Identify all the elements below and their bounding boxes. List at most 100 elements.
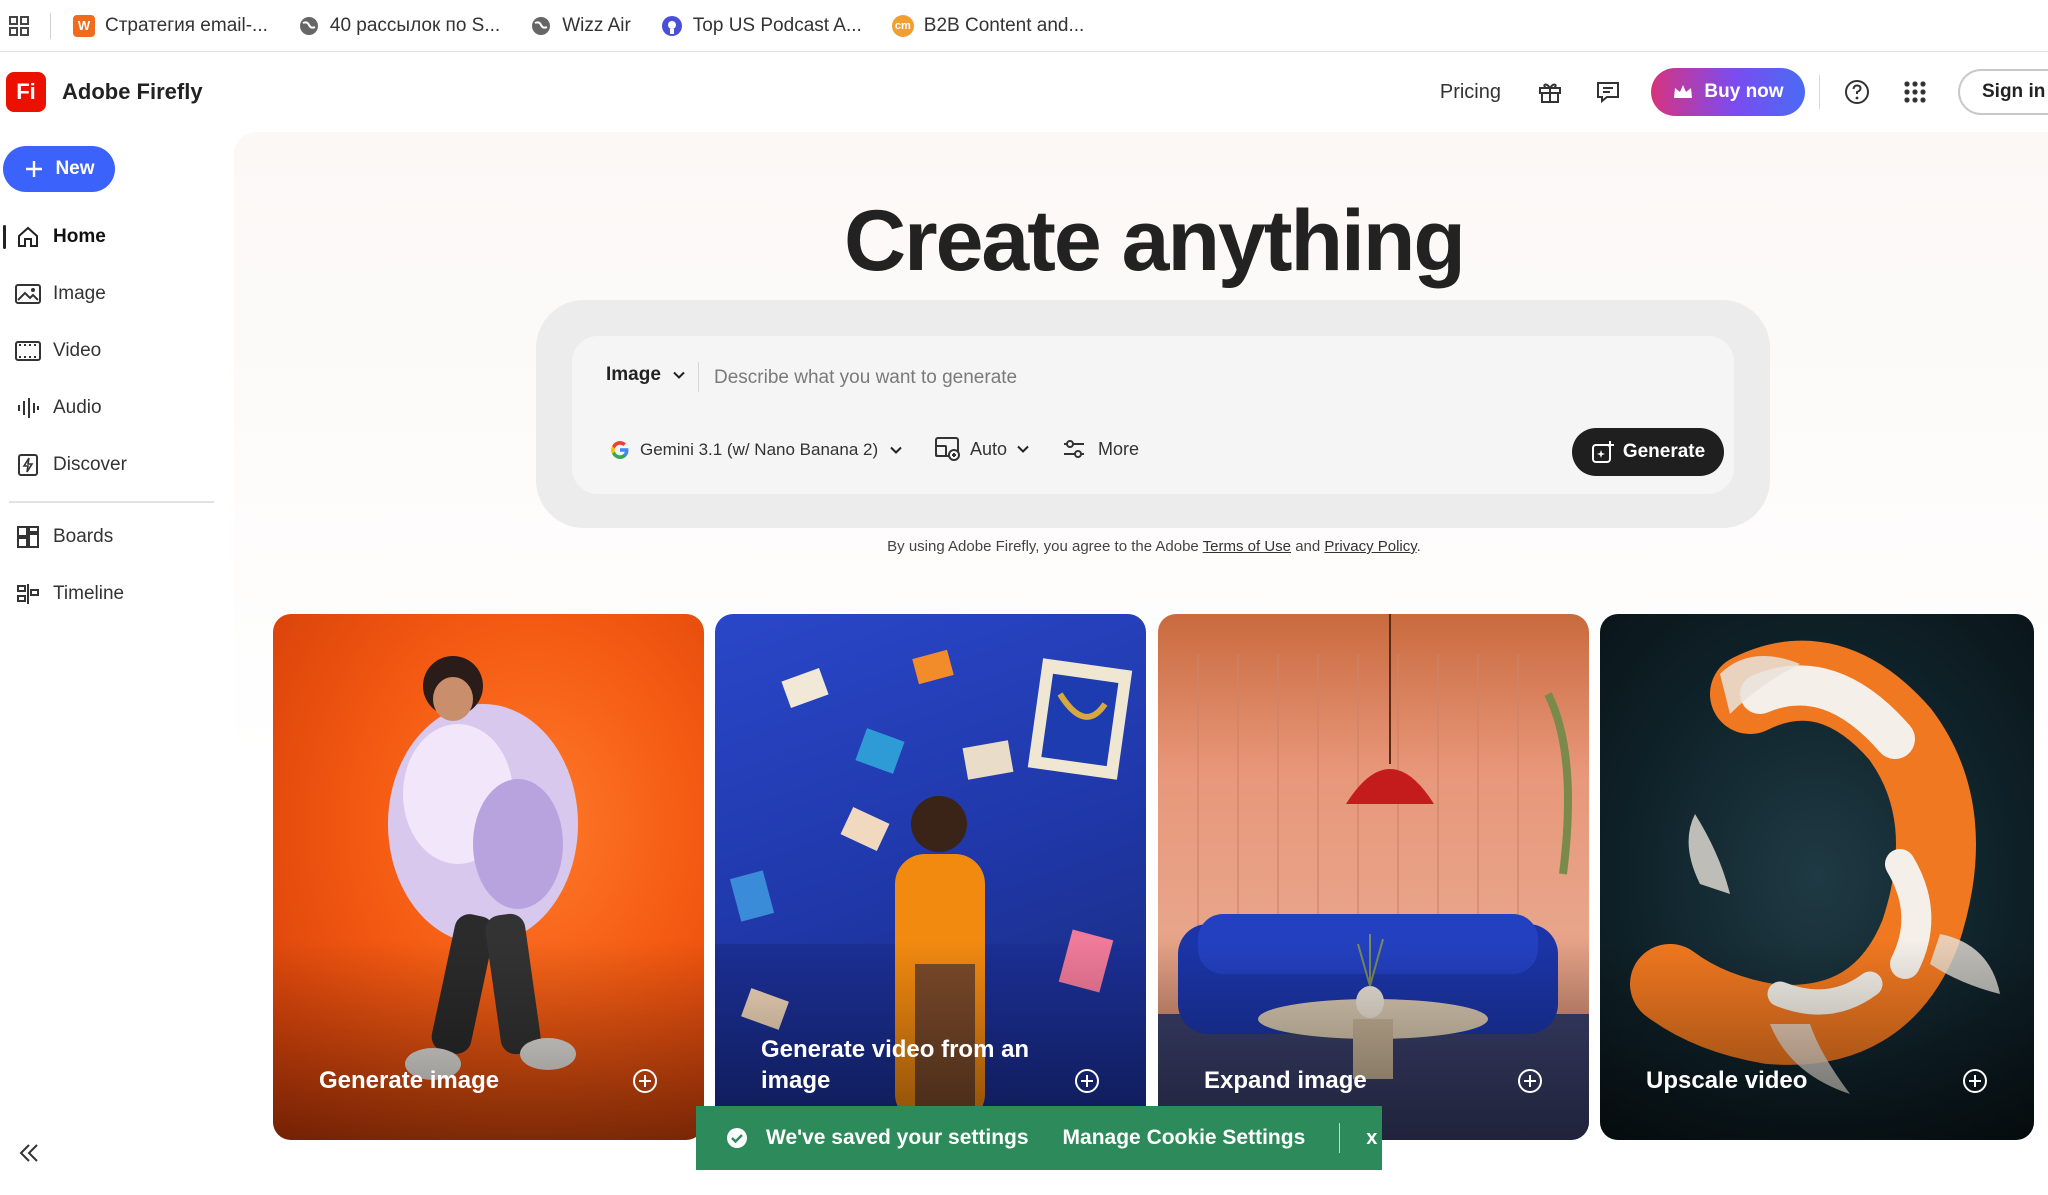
buy-now-button[interactable]: Buy now — [1651, 68, 1805, 116]
bookmark-label: 40 рассылок по S... — [329, 14, 501, 36]
video-icon — [15, 338, 41, 364]
new-label: New — [55, 158, 95, 179]
card-generate-video[interactable]: Generate video from an image — [715, 614, 1146, 1140]
prompt-box: Image Gemini 3.1 (w/ Nano Banana 2) Auto — [572, 336, 1734, 494]
generate-button[interactable]: Generate — [1572, 428, 1724, 476]
plus-icon — [26, 161, 43, 177]
add-circle-icon[interactable] — [1962, 1068, 1988, 1094]
sidebar-item-label: Home — [53, 226, 106, 247]
app-header: Fi Adobe Firefly Pricing Buy now Sign in — [0, 52, 2048, 132]
main-content: Create anything Image Gemini 3.1 (w/ Nan… — [234, 132, 2048, 1195]
sidebar-item-discover[interactable]: Discover — [0, 445, 220, 485]
card-upscale-video[interactable]: Upscale video — [1600, 614, 2034, 1140]
w-logo-icon: W — [73, 14, 95, 37]
aspect-ratio-icon — [935, 437, 960, 461]
sidebar-item-label: Timeline — [53, 583, 125, 604]
help-icon[interactable] — [1842, 77, 1872, 107]
sliders-icon — [1064, 440, 1084, 458]
aspect-ratio-label: Auto — [970, 438, 1008, 459]
add-circle-icon[interactable] — [1517, 1068, 1543, 1094]
generation-type-label: Image — [606, 364, 661, 385]
feedback-icon[interactable] — [1593, 77, 1623, 107]
google-logo-icon — [611, 441, 629, 459]
bookmark-label: Стратегия email-... — [105, 14, 268, 36]
cookie-toast: We've saved your settings Manage Cookie … — [696, 1106, 1382, 1170]
card-generate-image[interactable]: Generate image — [273, 614, 704, 1140]
terms-and: and — [1291, 538, 1325, 555]
podcast-icon — [661, 15, 683, 37]
prompt-divider — [698, 362, 699, 392]
gift-icon[interactable] — [1535, 77, 1565, 107]
prompt-input[interactable] — [714, 358, 1704, 398]
app-name[interactable]: Adobe Firefly — [62, 79, 203, 105]
generation-type-dropdown[interactable]: Image — [606, 364, 687, 386]
bookmark-1[interactable]: W Стратегия email-... — [73, 14, 268, 37]
chevron-down-icon — [1017, 445, 1029, 453]
card-label: Generate image — [319, 1067, 500, 1094]
timeline-icon — [15, 581, 41, 607]
chevron-down-icon — [673, 371, 685, 379]
sign-in-button[interactable]: Sign in — [1958, 69, 2048, 115]
bookmark-2[interactable]: 40 рассылок по S... — [298, 15, 500, 37]
new-button[interactable]: New — [3, 146, 115, 192]
manage-cookie-settings-link[interactable]: Manage Cookie Settings — [1063, 1126, 1306, 1150]
firefly-logo[interactable]: Fi — [6, 72, 46, 112]
check-circle-icon — [727, 1128, 747, 1148]
card-label: Upscale video — [1646, 1067, 1808, 1094]
sidebar-item-image[interactable]: Image — [0, 274, 220, 314]
add-circle-icon[interactable] — [632, 1068, 658, 1094]
model-label: Gemini 3.1 (w/ Nano Banana 2) — [640, 440, 879, 459]
discover-icon — [15, 452, 41, 478]
boards-icon — [15, 524, 41, 550]
bookmark-label: Wizz Air — [562, 14, 631, 36]
pricing-link[interactable]: Pricing — [1440, 81, 1501, 104]
sidebar-item-label: Video — [53, 340, 102, 361]
sidebar-item-audio[interactable]: Audio — [0, 388, 220, 428]
more-label: More — [1098, 438, 1140, 459]
generate-sparkle-icon — [1591, 441, 1614, 463]
sidebar-item-boards[interactable]: Boards — [0, 517, 220, 557]
image-icon — [15, 281, 41, 307]
globe-icon — [298, 15, 320, 37]
bookmark-5[interactable]: cm B2B Content and... — [891, 14, 1085, 37]
aspect-ratio-dropdown[interactable]: Auto — [934, 436, 1031, 462]
card-shade — [273, 940, 704, 1140]
sidebar: New Home Image Video Audio Discover Boar… — [0, 132, 234, 1195]
apps-grid-icon[interactable] — [1900, 77, 1930, 107]
header-divider — [1819, 75, 1820, 109]
apps-grid-icon[interactable] — [6, 13, 32, 39]
collapse-sidebar-icon[interactable] — [16, 1140, 42, 1166]
sidebar-item-home[interactable]: Home — [0, 217, 220, 257]
globe-icon — [530, 15, 552, 37]
sidebar-item-label: Boards — [53, 526, 114, 547]
terms-notice: By using Adobe Firefly, you agree to the… — [234, 538, 2048, 555]
close-toast-button[interactable]: x — [1366, 1127, 1377, 1150]
generate-label: Generate — [1622, 441, 1706, 462]
sidebar-divider — [9, 501, 214, 503]
buy-now-label: Buy now — [1704, 81, 1784, 102]
prompt-panel: Image Gemini 3.1 (w/ Nano Banana 2) Auto — [536, 300, 1770, 528]
privacy-policy-link[interactable]: Privacy Policy — [1324, 538, 1416, 555]
sidebar-item-video[interactable]: Video — [0, 331, 220, 371]
bookmark-3[interactable]: Wizz Air — [530, 15, 631, 37]
bookmarks-bar: W Стратегия email-... 40 рассылок по S..… — [0, 0, 2048, 52]
card-expand-image[interactable]: Expand image — [1158, 614, 1589, 1140]
more-settings-button[interactable]: More — [1062, 438, 1139, 460]
home-icon — [15, 224, 41, 250]
card-label: Generate video from an image — [761, 1036, 1030, 1094]
model-dropdown[interactable]: Gemini 3.1 (w/ Nano Banana 2) — [610, 440, 904, 460]
sidebar-item-timeline[interactable]: Timeline — [0, 574, 220, 614]
card-label: Expand image — [1204, 1067, 1367, 1094]
sidebar-item-label: Audio — [53, 397, 102, 418]
sidebar-item-label: Image — [53, 283, 106, 304]
bookmark-4[interactable]: Top US Podcast A... — [661, 15, 862, 37]
bookmark-label: B2B Content and... — [923, 14, 1085, 36]
crown-icon — [1674, 85, 1693, 98]
audio-icon — [15, 395, 41, 421]
terms-of-use-link[interactable]: Terms of Use — [1203, 538, 1291, 555]
add-circle-icon[interactable] — [1074, 1068, 1100, 1094]
terms-suffix: . — [1416, 538, 1421, 555]
chevron-down-icon — [890, 446, 902, 454]
bookmarks-divider — [50, 12, 51, 39]
cm-logo-icon: cm — [891, 14, 914, 37]
